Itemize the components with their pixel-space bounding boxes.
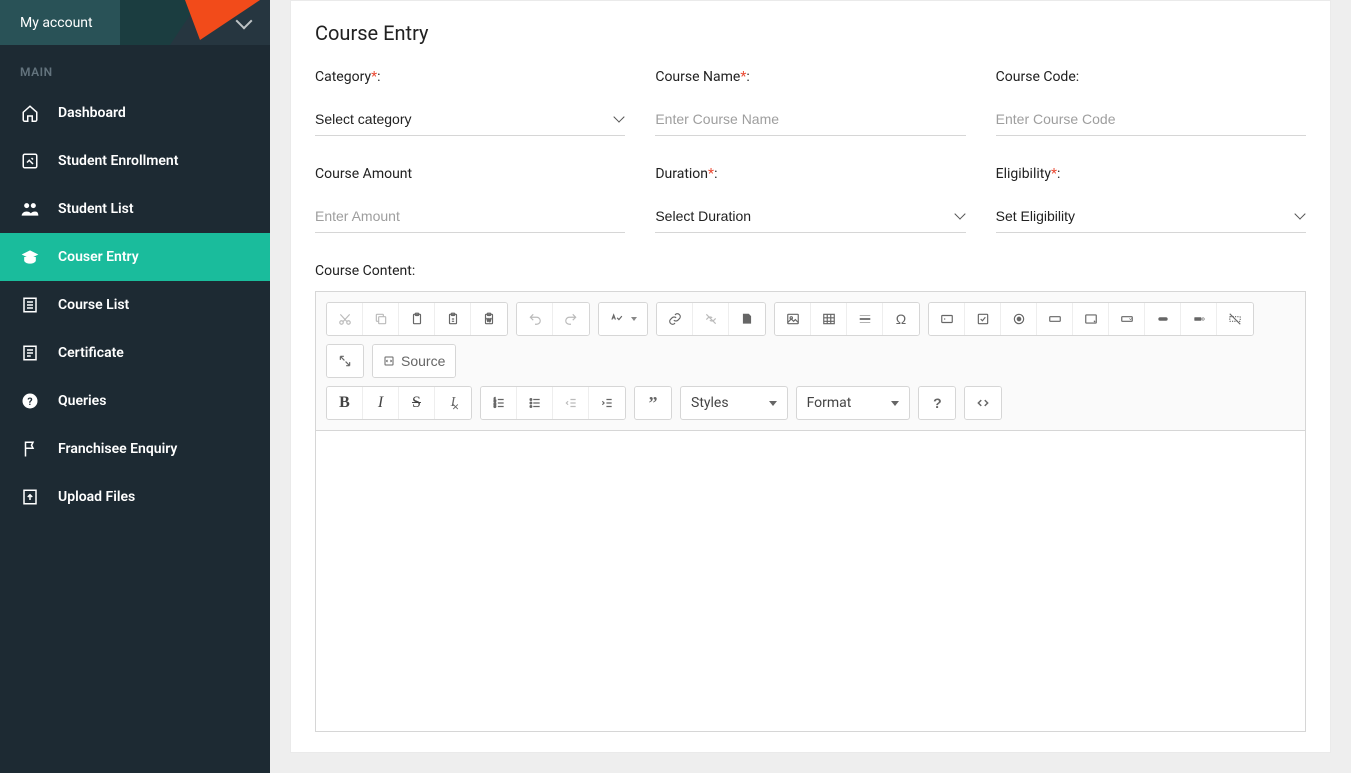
sidebar-item-upload-files[interactable]: Upload Files xyxy=(0,473,270,521)
special-char-button[interactable]: Ω xyxy=(883,303,919,335)
bold-button[interactable]: B xyxy=(327,387,363,419)
sidebar-item-course-list[interactable]: Course List xyxy=(0,281,270,329)
duration-select[interactable]: Select Duration xyxy=(655,200,965,233)
button-button[interactable] xyxy=(1145,303,1181,335)
imagebutton-button[interactable] xyxy=(1181,303,1217,335)
remove-format-button[interactable]: I✕ xyxy=(435,387,471,419)
form-button[interactable] xyxy=(929,303,965,335)
source-button[interactable]: Source xyxy=(373,345,455,377)
paste-text-button[interactable] xyxy=(435,303,471,335)
svg-text:W: W xyxy=(487,317,492,322)
checkbox-button[interactable] xyxy=(965,303,1001,335)
sidebar-item-label: Student Enrollment xyxy=(58,153,178,169)
sidebar-item-course-entry[interactable]: Couser Entry xyxy=(0,233,270,281)
sidebar-item-franchisee-enquiry[interactable]: Franchisee Enquiry xyxy=(0,425,270,473)
indent-button[interactable] xyxy=(589,387,625,419)
sidebar-item-label: Course List xyxy=(58,297,129,313)
sidebar-item-student-list[interactable]: Student List xyxy=(0,185,270,233)
sidebar-item-queries[interactable]: ? Queries xyxy=(0,377,270,425)
hidden-field-button[interactable] xyxy=(1217,303,1253,335)
eligibility-select[interactable]: Set Eligibility xyxy=(996,200,1306,233)
course-name-input[interactable] xyxy=(655,103,965,136)
my-account-label: My account xyxy=(20,15,93,31)
course-code-input[interactable] xyxy=(996,103,1306,136)
image-button[interactable] xyxy=(775,303,811,335)
list-icon xyxy=(20,295,40,315)
styles-select[interactable]: Styles xyxy=(680,386,788,420)
unlink-button[interactable] xyxy=(693,303,729,335)
select-button[interactable] xyxy=(1109,303,1145,335)
sidebar-item-student-enrollment[interactable]: Student Enrollment xyxy=(0,137,270,185)
graduation-icon xyxy=(20,247,40,267)
sidebar-item-label: Couser Entry xyxy=(58,249,139,265)
page-title: Course Entry xyxy=(315,21,1306,45)
link-button[interactable] xyxy=(657,303,693,335)
cut-button[interactable] xyxy=(327,303,363,335)
chevron-down-icon xyxy=(236,12,253,29)
sidebar-item-dashboard[interactable]: Dashboard xyxy=(0,89,270,137)
course-name-label: Course Name*: xyxy=(655,69,965,85)
spellcheck-button[interactable] xyxy=(599,303,647,335)
italic-button[interactable]: I xyxy=(363,387,399,419)
redo-button[interactable] xyxy=(553,303,589,335)
upload-icon xyxy=(20,487,40,507)
undo-button[interactable] xyxy=(517,303,553,335)
sidebar-item-label: Certificate xyxy=(58,345,124,361)
format-select[interactable]: Format xyxy=(796,386,911,420)
category-label: Category*: xyxy=(315,69,625,85)
eligibility-label: Eligibility*: xyxy=(996,166,1306,182)
svg-text:?: ? xyxy=(27,395,32,408)
sidebar-item-certificate[interactable]: Certificate xyxy=(0,329,270,377)
sidebar-section-label: MAIN xyxy=(0,45,270,89)
rich-text-editor: W xyxy=(315,291,1306,732)
form-panel: Course Entry Category*: Select category … xyxy=(290,0,1331,753)
radio-button[interactable] xyxy=(1001,303,1037,335)
help-icon: ? xyxy=(20,391,40,411)
anchor-button[interactable] xyxy=(729,303,765,335)
svg-text:3: 3 xyxy=(493,404,496,409)
maximize-button[interactable] xyxy=(327,345,363,377)
table-button[interactable] xyxy=(811,303,847,335)
sidebar-item-label: Dashboard xyxy=(58,105,126,121)
sidebar-item-label: Upload Files xyxy=(58,489,135,505)
hr-button[interactable] xyxy=(847,303,883,335)
bulleted-list-button[interactable] xyxy=(517,387,553,419)
sidebar-item-label: Student List xyxy=(58,201,134,217)
numbered-list-button[interactable]: 123 xyxy=(481,387,517,419)
home-icon xyxy=(20,103,40,123)
course-code-label: Course Code: xyxy=(996,69,1306,85)
copy-button[interactable] xyxy=(363,303,399,335)
editor-toolbar: W xyxy=(316,292,1305,431)
outdent-button[interactable] xyxy=(553,387,589,419)
course-amount-input[interactable] xyxy=(315,200,625,233)
course-amount-label: Course Amount xyxy=(315,166,625,182)
main-content: Course Entry Category*: Select category … xyxy=(270,0,1351,773)
textarea-button[interactable] xyxy=(1073,303,1109,335)
textfield-button[interactable] xyxy=(1037,303,1073,335)
sidebar-item-label: Franchisee Enquiry xyxy=(58,441,177,457)
users-icon xyxy=(20,199,40,219)
blockquote-button[interactable]: ” xyxy=(635,387,671,419)
sidebar: My account MAIN Dashboard Student Enroll… xyxy=(0,0,270,773)
my-account-trigger[interactable]: My account xyxy=(0,0,270,45)
code-button[interactable] xyxy=(965,387,1001,419)
edit-icon xyxy=(20,151,40,171)
sidebar-item-label: Queries xyxy=(58,393,106,409)
duration-label: Duration*: xyxy=(655,166,965,182)
strike-button[interactable]: S xyxy=(399,387,435,419)
about-button[interactable]: ? xyxy=(919,387,955,419)
category-select[interactable]: Select category xyxy=(315,103,625,136)
course-content-label: Course Content: xyxy=(315,263,1306,279)
editor-body[interactable] xyxy=(316,431,1305,731)
paste-button[interactable] xyxy=(399,303,435,335)
nav: Dashboard Student Enrollment Student Lis… xyxy=(0,89,270,521)
flag-icon xyxy=(20,439,40,459)
paste-word-button[interactable]: W xyxy=(471,303,507,335)
doc-icon xyxy=(20,343,40,363)
